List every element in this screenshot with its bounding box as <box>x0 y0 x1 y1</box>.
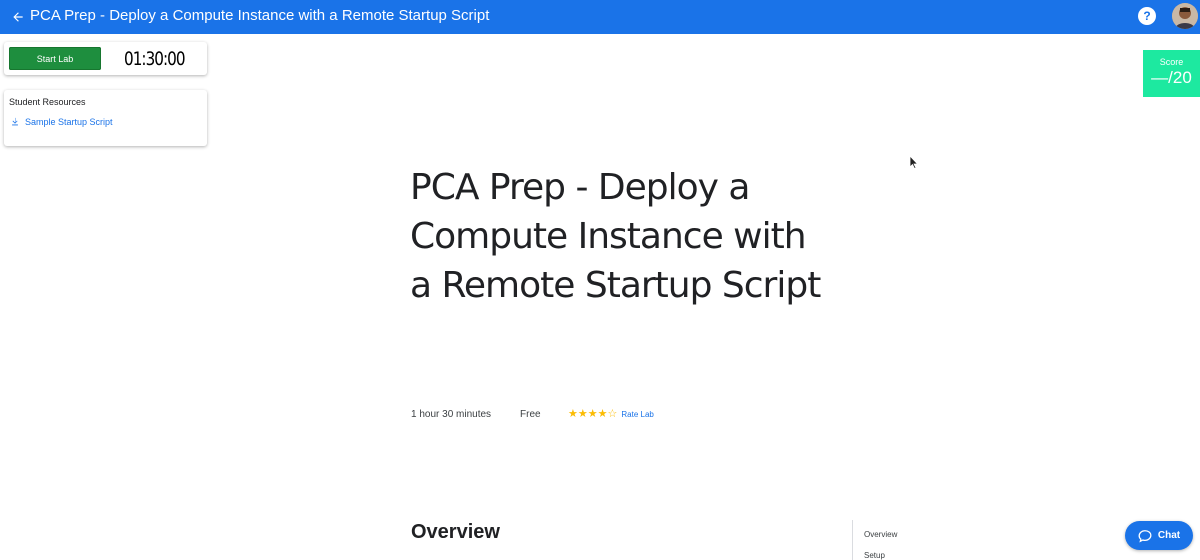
star-filled-icon[interactable]: ★ <box>578 408 588 420</box>
overview-heading: Overview <box>411 521 500 543</box>
score-label: Score <box>1159 57 1184 67</box>
star-filled-icon[interactable]: ★ <box>598 408 608 420</box>
lab-timer: 01:30:00 <box>124 48 186 70</box>
score-badge: Score —/20 <box>1143 50 1200 97</box>
lab-duration: 1 hour 30 minutes <box>411 408 492 420</box>
chat-label: Chat <box>1157 530 1181 541</box>
back-arrow-svg <box>13 12 23 22</box>
lab-cost: Free <box>520 408 541 420</box>
start-lab-button[interactable]: Start Lab <box>9 47 101 70</box>
top-app-bar: PCA Prep - Deploy a Compute Instance wit… <box>0 0 1200 34</box>
chat-bubble-icon <box>1138 529 1152 543</box>
chat-button[interactable]: Chat <box>1125 521 1193 550</box>
lab-control-card: Start Lab 01:30:00 <box>4 42 207 75</box>
score-value: —/20 <box>1151 68 1192 87</box>
table-of-contents: Overview Setup <box>852 520 972 560</box>
star-filled-icon[interactable]: ★ <box>588 408 598 420</box>
sample-startup-script-link[interactable]: Sample Startup Script <box>10 117 113 127</box>
download-icon <box>10 117 20 127</box>
student-resources-card: Student Resources Sample Startup Script <box>4 90 207 146</box>
lab-title: PCA Prep - Deploy a Compute Instance wit… <box>410 167 821 306</box>
star-filled-icon[interactable]: ★ <box>568 408 578 420</box>
page-title: PCA Prep - Deploy a Compute Instance wit… <box>30 7 490 24</box>
avatar-image <box>1172 3 1198 29</box>
rate-lab-link[interactable]: Rate Lab <box>621 410 653 419</box>
student-resources-heading: Student Resources <box>9 97 86 107</box>
back-arrow-icon[interactable] <box>6 5 30 29</box>
toc-item-overview[interactable]: Overview <box>864 530 897 539</box>
mouse-cursor-icon <box>909 155 919 169</box>
avatar[interactable] <box>1172 3 1198 29</box>
star-rating: ★ ★ ★ ★ ☆ <box>568 408 618 420</box>
lab-meta-row: 1 hour 30 minutes Free ★ ★ ★ ★ ☆ Rate Lab <box>411 407 654 421</box>
resource-link-label: Sample Startup Script <box>25 117 113 127</box>
star-empty-icon[interactable]: ☆ <box>608 408 618 420</box>
help-icon[interactable]: ? <box>1138 7 1156 25</box>
